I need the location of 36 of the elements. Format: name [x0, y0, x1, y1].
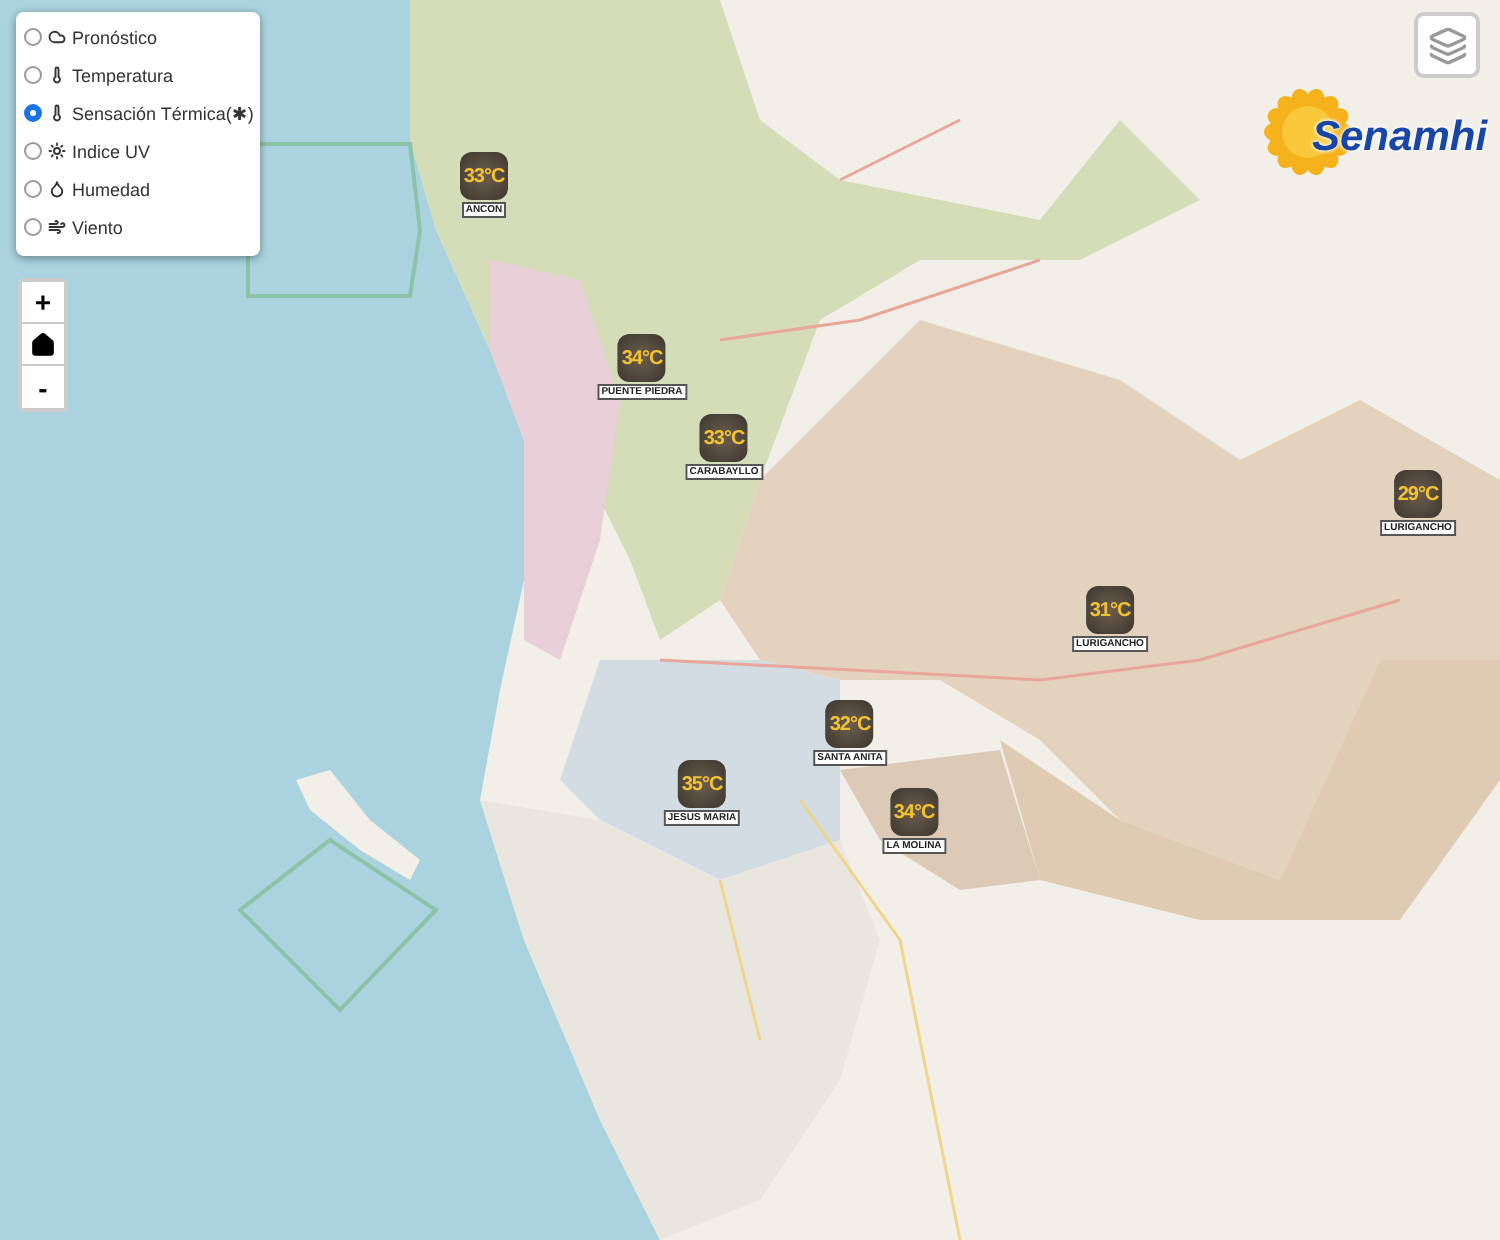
- radio-button[interactable]: [24, 218, 42, 236]
- temperature-badge[interactable]: 35°C: [678, 760, 726, 808]
- temperature-badge[interactable]: 34°C: [618, 334, 666, 382]
- radio-button[interactable]: [24, 142, 42, 160]
- layers-icon: [1427, 25, 1467, 65]
- temperature-badge[interactable]: 33°C: [700, 414, 748, 462]
- layer-option[interactable]: Sensación Térmica(✱): [24, 96, 260, 130]
- radio-button[interactable]: [24, 180, 42, 198]
- humidity-icon: [48, 180, 66, 198]
- option-label: Indice UV: [72, 141, 151, 161]
- temperature-badge[interactable]: 34°C: [890, 788, 938, 836]
- option-label: Humedad: [72, 179, 151, 199]
- uv-icon: [48, 142, 66, 160]
- temperature-badge[interactable]: 32°C: [826, 700, 874, 748]
- zoom-in-button[interactable]: +: [22, 282, 64, 324]
- option-label: Temperatura: [72, 65, 174, 85]
- radio-button[interactable]: [24, 28, 42, 46]
- layer-option[interactable]: Pronóstico: [24, 20, 260, 54]
- layers-button[interactable]: [1414, 12, 1480, 78]
- temperature-badge[interactable]: 33°C: [460, 152, 508, 200]
- temperature-icon: [48, 66, 66, 84]
- radio-button[interactable]: [24, 66, 42, 84]
- temperature-badge[interactable]: 29°C: [1394, 470, 1442, 518]
- temperature-badge[interactable]: 31°C: [1086, 586, 1134, 634]
- layer-option[interactable]: Viento: [24, 210, 260, 244]
- radio-button[interactable]: [24, 104, 42, 122]
- layer-option[interactable]: Temperatura: [24, 58, 260, 92]
- forecast-icon: [48, 28, 66, 46]
- home-icon: [30, 331, 56, 357]
- option-label: Pronóstico: [72, 27, 158, 47]
- option-label: Viento: [72, 217, 123, 237]
- layer-option[interactable]: Indice UV: [24, 134, 260, 168]
- option-label: Sensación Térmica(✱): [72, 103, 254, 123]
- layer-option[interactable]: Humedad: [24, 172, 260, 206]
- temperature-icon: [48, 104, 66, 122]
- wind-icon: [48, 218, 66, 236]
